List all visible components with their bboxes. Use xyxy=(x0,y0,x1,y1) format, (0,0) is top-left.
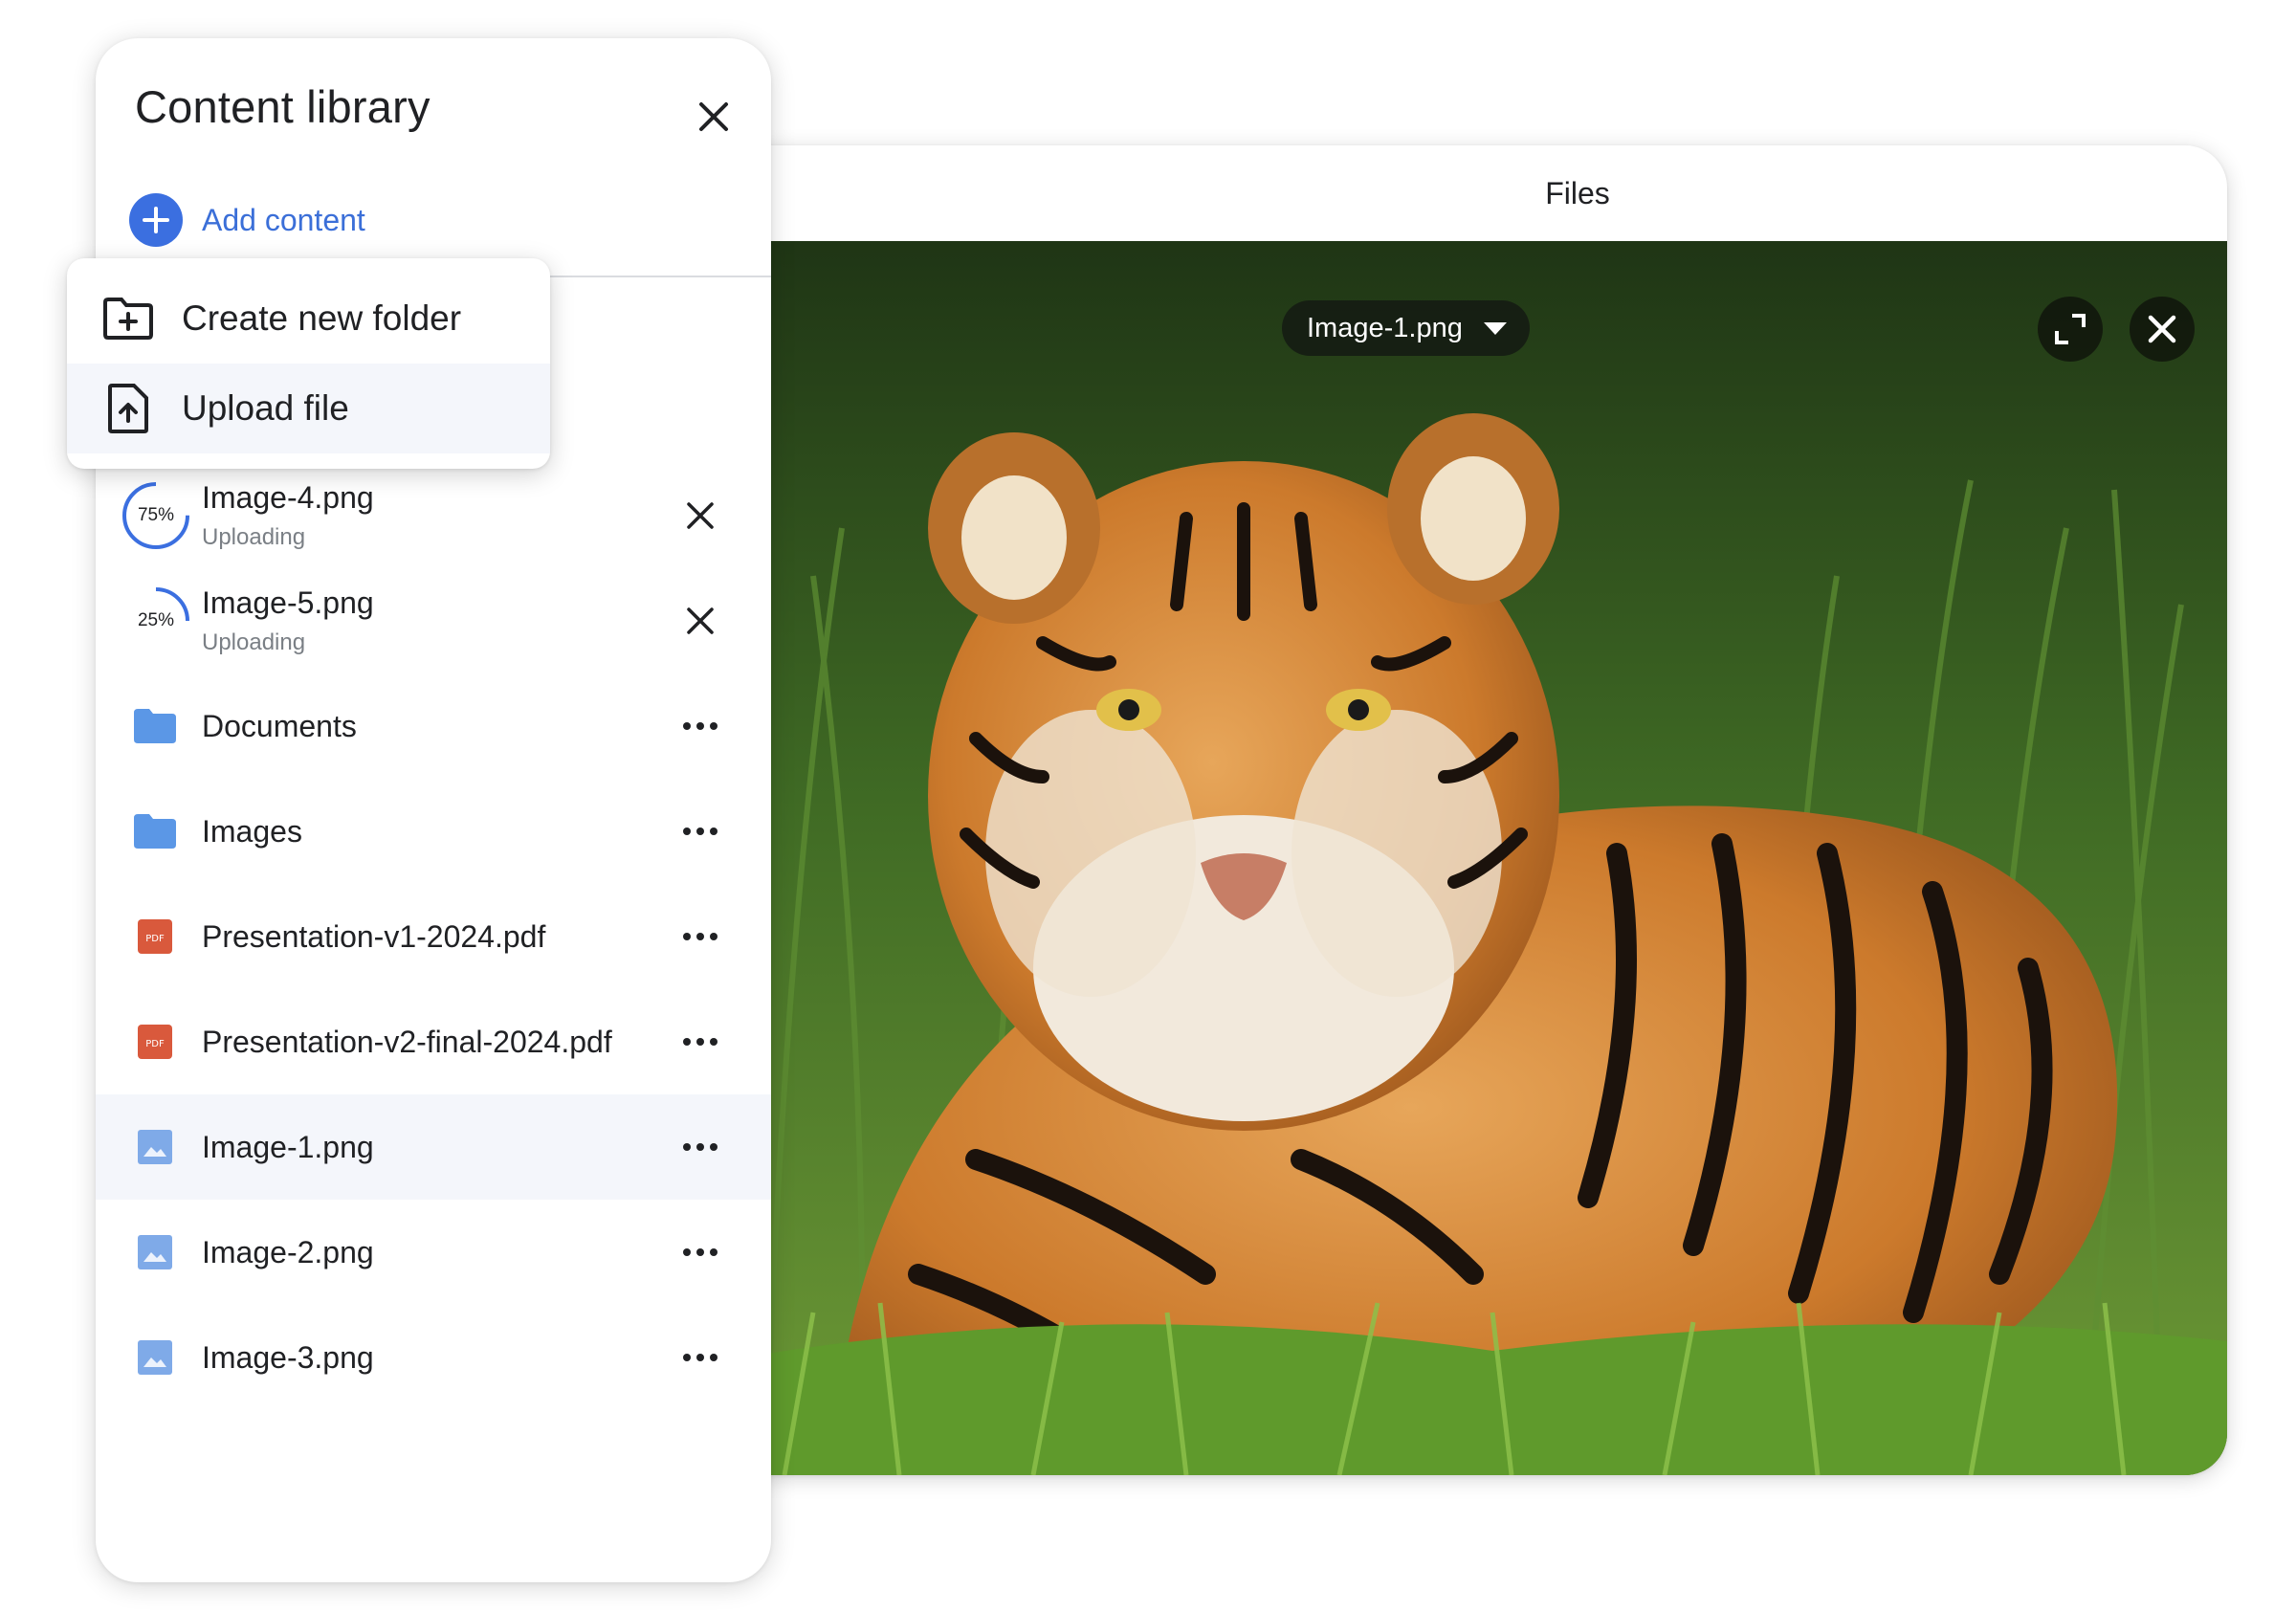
image-preview xyxy=(727,241,2227,1475)
list-item-pdf[interactable]: PDF Presentation-v1-2024.pdf xyxy=(96,884,771,989)
file-name: Image-1.png xyxy=(202,1129,374,1164)
progress-ring: 25% xyxy=(121,585,191,656)
svg-text:PDF: PDF xyxy=(145,934,165,944)
image-icon xyxy=(134,1231,176,1273)
add-content-menu: Create new folder Upload file xyxy=(67,258,550,469)
chevron-down-icon xyxy=(1483,321,1507,335)
more-icon xyxy=(683,1354,718,1361)
list-item-images[interactable]: Images xyxy=(96,779,771,884)
file-name: Image-3.png xyxy=(202,1339,374,1375)
more-icon xyxy=(683,1038,718,1046)
upload-status: Uploading xyxy=(202,524,306,550)
folder-icon xyxy=(134,705,176,747)
viewer-close-button[interactable] xyxy=(2130,297,2195,362)
menu-item-upload-file[interactable]: Upload file xyxy=(67,364,550,453)
more-options-button[interactable] xyxy=(673,699,727,753)
cancel-upload-button[interactable] xyxy=(673,594,727,648)
file-select-label: Image-1.png xyxy=(1307,312,1463,343)
close-icon xyxy=(687,607,714,634)
file-select-dropdown[interactable]: Image-1.png xyxy=(1282,300,1530,356)
close-icon xyxy=(2148,315,2176,343)
menu-item-create-folder[interactable]: Create new folder xyxy=(67,274,550,364)
file-name: Image-4.png xyxy=(202,480,374,515)
plus-icon xyxy=(129,193,183,247)
upload-item[interactable]: 75% Image-4.png Uploading xyxy=(96,463,771,568)
upload-item[interactable]: 25% Image-5.png Uploading xyxy=(96,568,771,673)
close-icon xyxy=(687,502,714,529)
file-viewer-window: Files Image-1.png xyxy=(727,145,2227,1475)
more-options-button[interactable] xyxy=(673,910,727,963)
expand-icon xyxy=(2055,314,2086,344)
list-item-image[interactable]: Image-2.png xyxy=(96,1200,771,1305)
more-icon xyxy=(683,1143,718,1151)
image-icon xyxy=(134,1336,176,1379)
expand-button[interactable] xyxy=(2038,297,2103,362)
menu-item-label: Create new folder xyxy=(182,298,462,338)
more-icon xyxy=(683,1248,718,1256)
more-options-button[interactable] xyxy=(673,1120,727,1174)
list-item-image-selected[interactable]: Image-1.png xyxy=(96,1094,771,1200)
file-name: Presentation-v2-final-2024.pdf xyxy=(202,1024,612,1059)
file-list: 75% Image-4.png Uploading 25% Image-5.pn… xyxy=(96,463,771,1410)
viewer-title: Files xyxy=(1545,175,1610,210)
file-name: Image-5.png xyxy=(202,585,374,620)
file-upload-icon xyxy=(101,382,155,435)
panel-title: Content library xyxy=(135,81,430,132)
image-icon xyxy=(134,1126,176,1168)
list-item-image[interactable]: Image-3.png xyxy=(96,1305,771,1410)
file-name: Images xyxy=(202,813,302,849)
add-content-label: Add content xyxy=(202,202,365,237)
file-name: Image-2.png xyxy=(202,1234,374,1269)
more-icon xyxy=(683,933,718,940)
progress-percent: 25% xyxy=(137,610,175,630)
more-options-button[interactable] xyxy=(673,1331,727,1384)
more-options-button[interactable] xyxy=(673,1225,727,1279)
upload-status: Uploading xyxy=(202,629,306,655)
more-icon xyxy=(683,828,718,835)
progress-ring: 75% xyxy=(121,480,191,551)
add-content-button[interactable]: Add content xyxy=(129,191,365,249)
file-name: Documents xyxy=(202,708,357,743)
pdf-icon: PDF xyxy=(134,916,176,958)
cancel-upload-button[interactable] xyxy=(673,489,727,542)
menu-item-label: Upload file xyxy=(182,388,349,428)
tiger-photo xyxy=(727,241,2227,1475)
more-options-button[interactable] xyxy=(673,805,727,858)
more-icon xyxy=(683,722,718,730)
pdf-icon: PDF xyxy=(134,1021,176,1063)
progress-percent: 75% xyxy=(137,505,175,525)
list-item-documents[interactable]: Documents xyxy=(96,673,771,779)
file-name: Presentation-v1-2024.pdf xyxy=(202,918,546,954)
more-options-button[interactable] xyxy=(673,1015,727,1069)
svg-text:PDF: PDF xyxy=(145,1039,165,1049)
folder-icon xyxy=(134,810,176,852)
folder-plus-icon xyxy=(101,292,155,345)
list-item-pdf[interactable]: PDF Presentation-v2-final-2024.pdf xyxy=(96,989,771,1094)
close-icon xyxy=(699,102,728,131)
panel-close-button[interactable] xyxy=(687,90,740,143)
